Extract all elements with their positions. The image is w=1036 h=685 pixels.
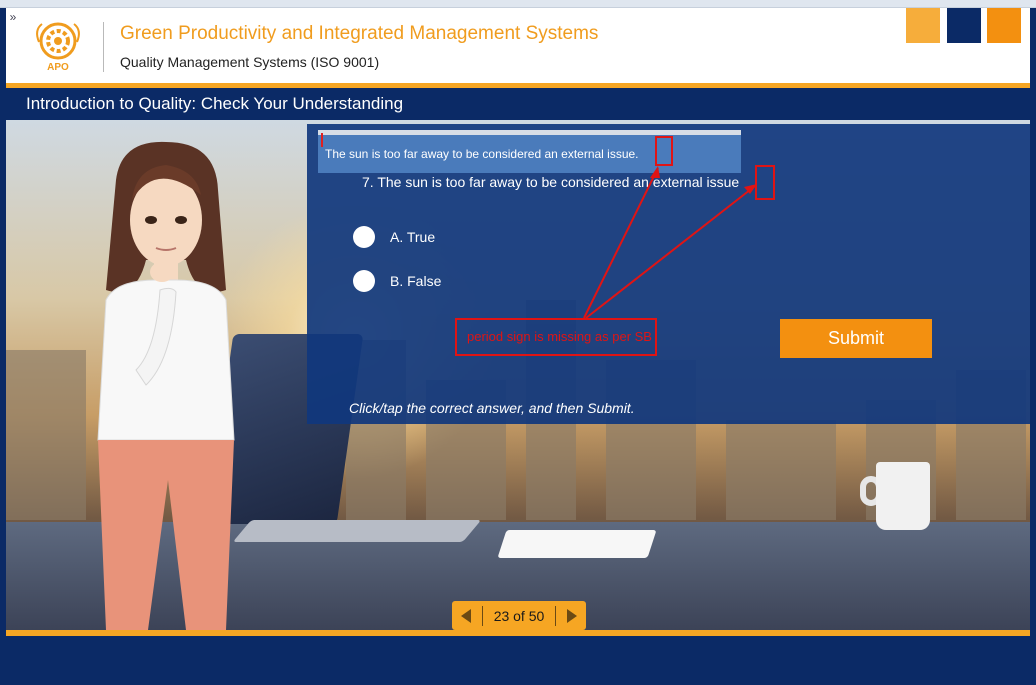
header-square-navy <box>947 8 981 43</box>
callout-red-mark <box>321 133 323 147</box>
notebook <box>497 530 657 558</box>
slide-title-bar: Introduction to Quality: Check Your Unde… <box>6 88 1030 120</box>
option-false[interactable]: B. False <box>353 270 441 292</box>
next-slide-button[interactable] <box>556 601 586 630</box>
thinking-woman-character <box>97 141 235 630</box>
slide-pager: 23 of 50 <box>452 601 586 630</box>
submit-button[interactable]: Submit <box>780 319 932 358</box>
review-highlight-box <box>755 165 775 200</box>
review-comment-text: period sign is missing as per SB <box>467 329 652 344</box>
coffee-mug <box>876 462 930 530</box>
slide-counter: 23 of 50 <box>493 608 545 624</box>
header-square-light-orange <box>906 8 940 43</box>
option-false-radio[interactable] <box>353 270 375 292</box>
review-highlight-box <box>655 136 673 166</box>
callout-text: The sun is too far away to be considered… <box>325 147 639 161</box>
header-square-orange <box>987 8 1021 43</box>
apo-logo-icon: APO <box>36 22 80 72</box>
logo-text: APO <box>47 62 69 72</box>
course-header: APO Green Productivity and Integrated Ma… <box>6 8 1030 83</box>
slide-title: Introduction to Quality: Check Your Unde… <box>26 94 404 113</box>
question-text: 7. The sun is too far away to be conside… <box>362 174 740 190</box>
option-true[interactable]: A. True <box>353 226 435 248</box>
previous-slide-button[interactable] <box>452 601 482 630</box>
course-title: Green Productivity and Integrated Manage… <box>120 23 599 44</box>
instruction-text: Click/tap the correct answer, and then S… <box>349 400 635 416</box>
building <box>6 350 86 520</box>
browser-top-strip <box>0 0 1036 8</box>
building <box>726 420 836 520</box>
review-callout: The sun is too far away to be considered… <box>318 130 741 173</box>
expand-menu-button[interactable]: » <box>6 9 20 25</box>
option-true-radio[interactable] <box>353 226 375 248</box>
course-subtitle: Quality Management Systems (ISO 9001) <box>120 54 380 70</box>
option-true-label: A. True <box>390 229 436 245</box>
option-false-label: B. False <box>390 273 442 289</box>
footer-orange-line <box>6 630 1030 636</box>
logo-divider <box>103 22 104 72</box>
slide-stage: 7. The sun is too far away to be conside… <box>6 120 1030 630</box>
review-comment-box: period sign is missing as per SB <box>455 318 657 356</box>
